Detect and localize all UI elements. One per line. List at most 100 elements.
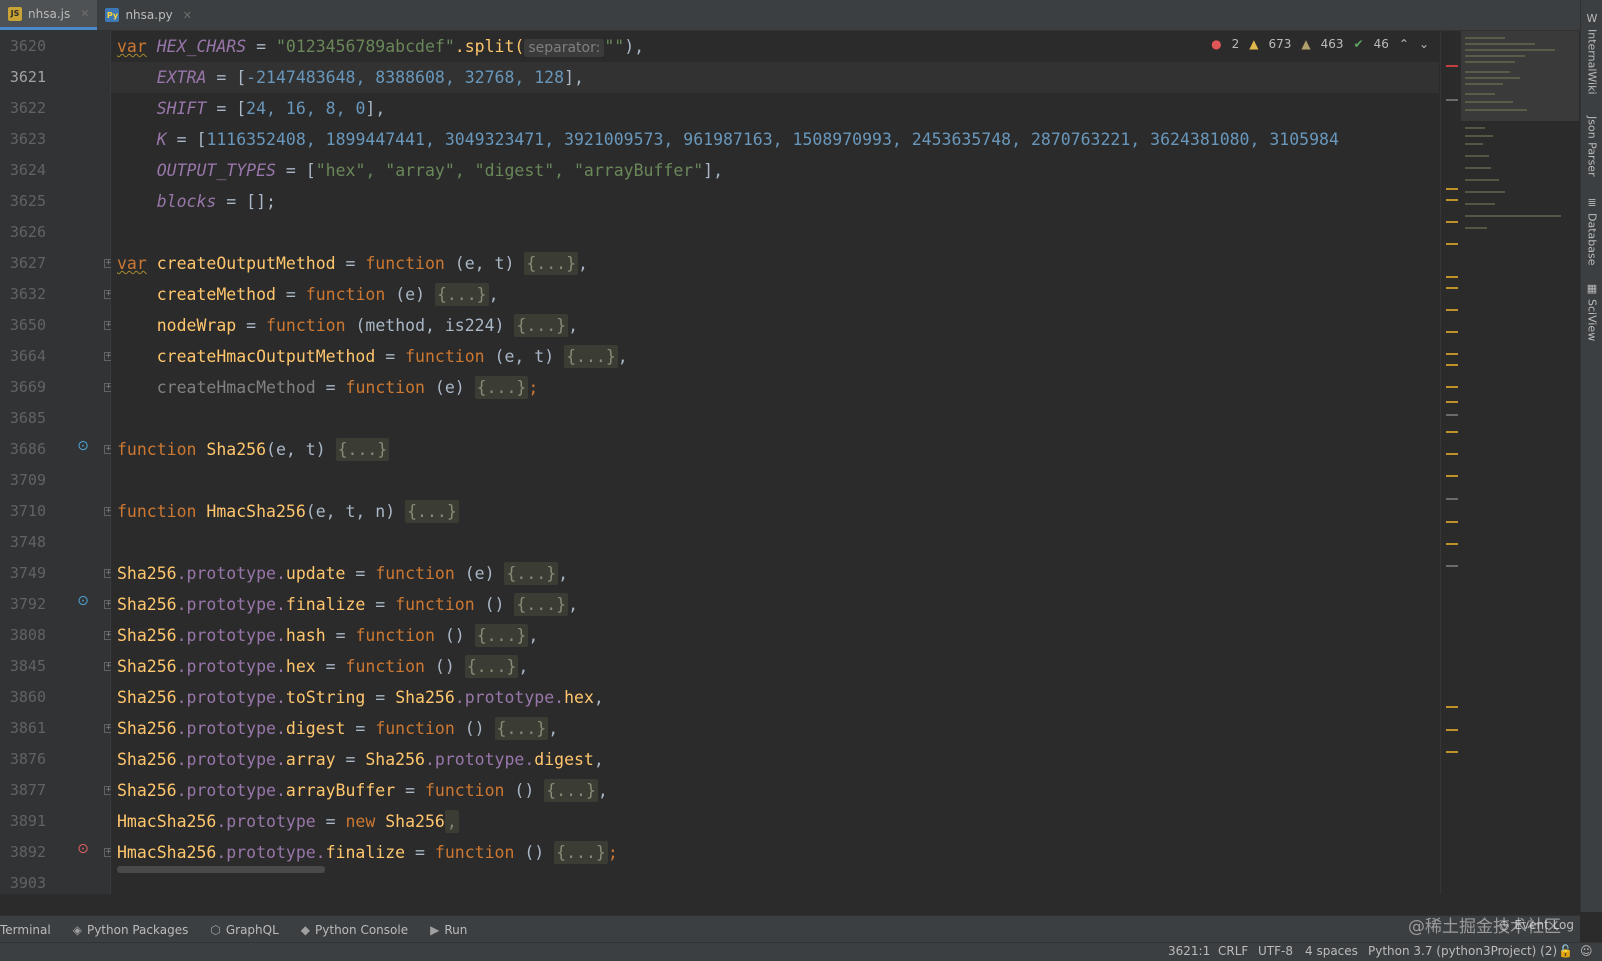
code-line-3808[interactable]: Sha256.prototype.hash = function () {...… [117,620,538,651]
file-encoding[interactable]: UTF-8 [1258,944,1293,958]
tool-database[interactable]: ≣ Database [1581,196,1602,266]
folded-region[interactable]: {...} [434,283,489,306]
tool-python-packages[interactable]: ◈ Python Packages [62,916,200,943]
folded-region[interactable]: {...} [524,252,579,275]
folded-region[interactable]: {...} [544,779,598,802]
folded-region[interactable]: {...} [564,345,618,368]
warning-mark[interactable] [1446,706,1458,708]
folded-region[interactable]: {...} [494,717,549,740]
inspector-icon[interactable]: ☺ [1580,944,1593,958]
folded-region[interactable]: {...} [335,438,390,461]
warning-mark[interactable] [1446,331,1458,333]
bottom-tool-bar: Terminal ◈ Python Packages ⬡ GraphQL ◆ P… [0,915,1580,943]
lock-icon[interactable]: 🔓 [1558,944,1573,958]
warning-mark[interactable] [1446,276,1458,278]
code-line-3876[interactable]: Sha256.prototype.array = Sha256.prototyp… [117,744,604,775]
folded-region[interactable]: {...} [554,841,608,864]
warning-mark[interactable] [1446,221,1458,223]
code-line-3664[interactable]: createHmacOutputMethod = function (e, t)… [117,341,628,372]
tool-internalwiki[interactable]: W InternalWiki [1581,12,1602,95]
code-editor[interactable]: var HEX_CHARS = "0123456789abcdef".split… [111,31,1439,894]
warning-mark[interactable] [1446,364,1458,366]
folded-region[interactable]: {...} [405,500,459,523]
horizontal-scrollbar[interactable] [117,866,325,873]
code-line-3877[interactable]: Sha256.prototype.arrayBuffer = function … [117,775,608,806]
parameter-hint: separator: [524,39,605,57]
implemented-marker-icon[interactable]: ⊙ [74,592,92,610]
code-line-3686[interactable]: function Sha256(e, t) {...} [117,434,390,465]
warning-mark[interactable] [1446,287,1458,289]
warning-mark[interactable] [1446,521,1458,523]
tool-sciview[interactable]: ▦ SciView [1581,282,1602,341]
error-mark[interactable] [1446,65,1458,67]
code-line-3620[interactable]: var HEX_CHARS = "0123456789abcdef".split… [117,31,644,62]
next-highlight-icon[interactable]: ⌄ [1419,37,1429,51]
folded-region[interactable]: {...} [514,593,569,616]
tool-graphql[interactable]: ⬡ GraphQL [199,916,289,943]
warning-mark[interactable] [1446,353,1458,355]
warning-mark[interactable] [1446,309,1458,311]
previous-highlight-icon[interactable]: ⌃ [1399,37,1409,51]
tab-nhsa-py[interactable]: Py nhsa.py ✕ [97,0,200,30]
code-line-3845[interactable]: Sha256.prototype.hex = function () {...}… [117,651,528,682]
tool-terminal[interactable]: Terminal [0,916,62,943]
inspection-mark[interactable] [1446,99,1458,101]
code-line-3627[interactable]: var createOutputMethod = function (e, t)… [117,248,588,279]
code-line-3632[interactable]: createMethod = function (e) {...}, [117,279,499,310]
line-number-gutter[interactable]: 3620 3621 3622 3623 3624 3625 3626 3627 … [0,31,113,894]
code-line-3861[interactable]: Sha256.prototype.digest = function () {.… [117,713,558,744]
minimap-line [1465,179,1499,181]
warning-mark[interactable] [1446,543,1458,545]
warning-mark[interactable] [1446,199,1458,201]
code-line-3625[interactable]: blocks = []; [117,186,276,217]
warning-mark[interactable] [1446,243,1458,245]
code-minimap[interactable] [1461,31,1579,894]
code-line-3792[interactable]: Sha256.prototype.finalize = function () … [117,589,578,620]
overrides-marker-icon[interactable]: ⊙ [74,840,92,858]
inspection-mark[interactable] [1446,498,1458,500]
indent-setting[interactable]: 4 spaces [1305,944,1358,958]
code-line-3891[interactable]: HmacSha256.prototype = new Sha256, [117,806,459,837]
code-line-3860[interactable]: Sha256.prototype.toString = Sha256.proto… [117,682,604,713]
folded-region[interactable]: {...} [514,314,569,337]
line-number: 3624 [9,161,46,179]
inspection-widget[interactable]: ● 2 ▲ 673 ▲ 463 ✔ 46 ⌃ ⌄ [1207,35,1433,53]
graphql-icon: ⬡ [210,922,221,937]
folded-region[interactable]: {...} [474,624,529,647]
folded-region[interactable]: {...} [474,376,529,399]
line-separator[interactable]: CRLF [1218,944,1248,958]
inspection-mark[interactable] [1446,565,1458,567]
warning-mark[interactable] [1446,453,1458,455]
code-line-3749[interactable]: Sha256.prototype.update = function (e) {… [117,558,568,589]
tool-run[interactable]: ▶ Run [419,916,478,943]
warning-mark[interactable] [1446,729,1458,731]
code-line-3650[interactable]: nodeWrap = function (method, is224) {...… [117,310,578,341]
code-line-3710[interactable]: function HmacSha256(e, t, n) {...} [117,496,459,527]
warning-mark[interactable] [1446,401,1458,403]
tool-python-console[interactable]: ◆ Python Console [290,916,419,943]
close-icon[interactable]: ✕ [80,7,89,20]
caret-position[interactable]: 3621:1 [1168,944,1210,958]
warning-mark[interactable] [1446,751,1458,753]
warning-mark[interactable] [1446,188,1458,190]
code-line-3624[interactable]: OUTPUT_TYPES = ["hex", "array", "digest"… [117,155,723,186]
warning-mark[interactable] [1446,475,1458,477]
folded-region[interactable]: {...} [464,655,519,678]
code-line-3669[interactable]: createHmacMethod = function (e) {...}; [117,372,538,403]
warning-mark[interactable] [1446,431,1458,433]
implemented-marker-icon[interactable]: ⊙ [74,437,92,455]
code-line-3621[interactable]: EXTRA = [-2147483648, 8388608, 32768, 12… [117,62,584,93]
line-number: 3627 [9,254,46,272]
minimap-line [1465,135,1493,137]
code-line-3623[interactable]: K = [1116352408, 1899447441, 3049323471,… [117,124,1339,155]
error-stripe[interactable] [1440,31,1461,894]
close-icon[interactable]: ✕ [183,9,192,22]
warning-mark[interactable] [1446,386,1458,388]
tool-json-parser[interactable]: Json Parser [1581,116,1602,177]
code-line-3892[interactable]: HmacSha256.prototype.finalize = function… [117,837,618,868]
python-interpreter[interactable]: Python 3.7 (python3Project) (2) [1368,944,1557,958]
code-line-3622[interactable]: SHIFT = [24, 16, 8, 0], [117,93,386,124]
folded-region[interactable]: {...} [504,562,559,585]
tab-nhsa-js[interactable]: JS nhsa.js ✕ [0,0,98,30]
inspection-mark[interactable] [1446,414,1458,416]
